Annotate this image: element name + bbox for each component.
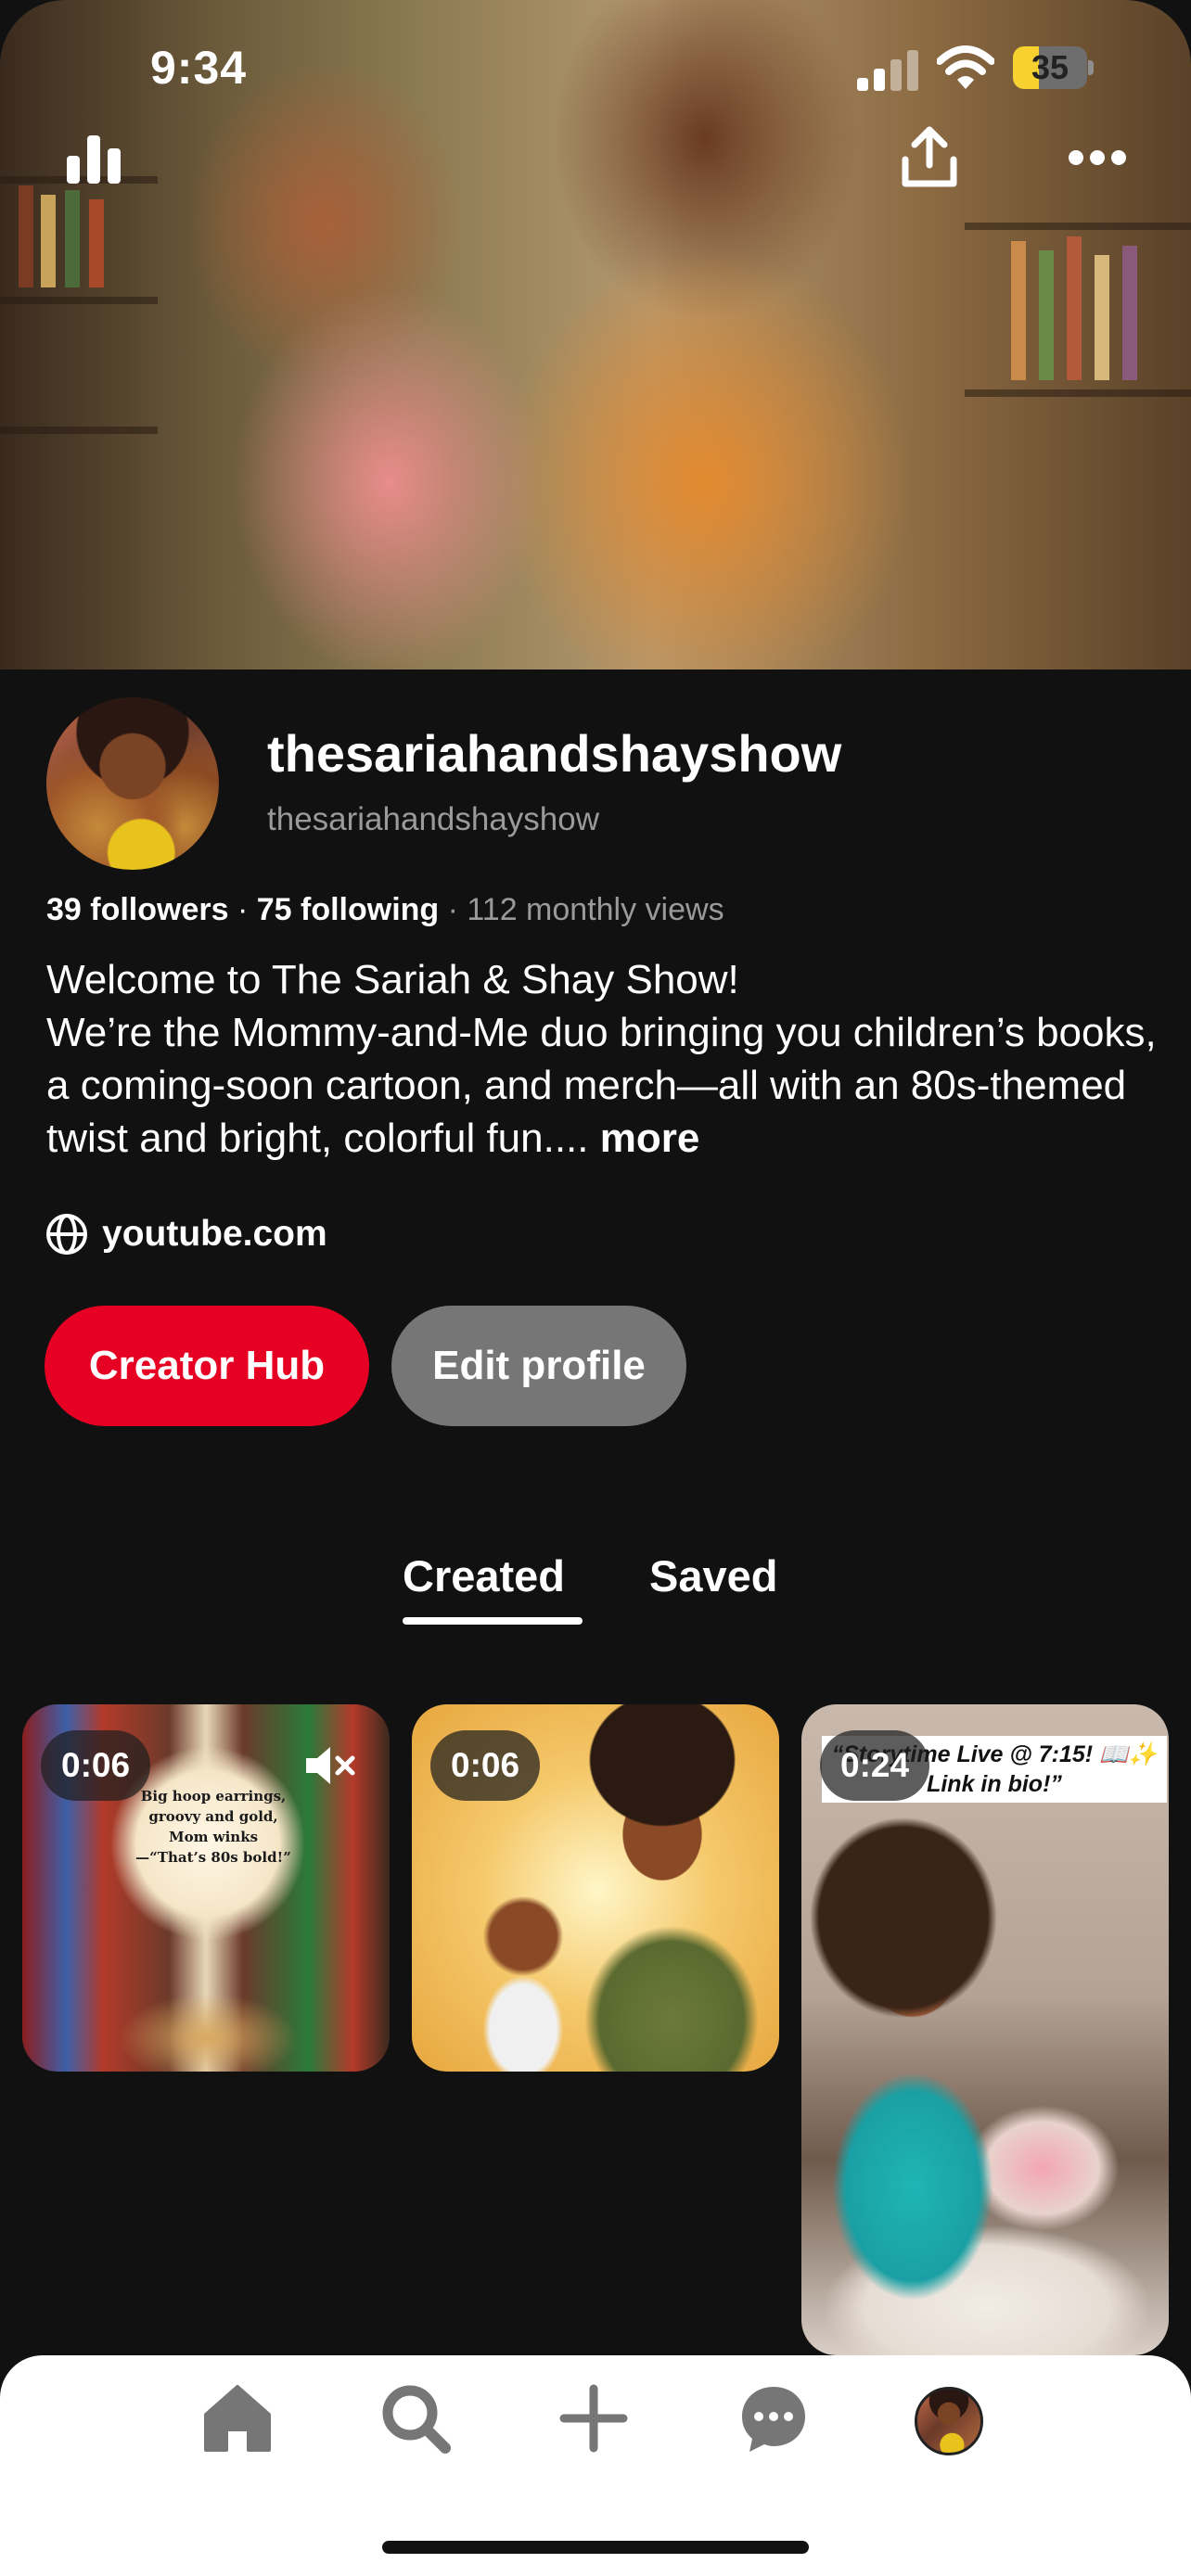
globe-icon — [46, 1214, 87, 1255]
muted-speaker-icon[interactable] — [302, 1741, 358, 1790]
profile-avatar-nav[interactable] — [915, 2387, 983, 2455]
bio-line: Welcome to The Sariah & Shay Show! — [46, 957, 739, 1002]
profile-handle: thesariahandshayshow — [267, 801, 600, 837]
messages-icon[interactable] — [736, 2381, 811, 2455]
share-icon[interactable] — [900, 124, 959, 189]
video-duration-badge: 0:24 — [820, 1730, 930, 1801]
monthly-views: 112 monthly views — [467, 892, 724, 927]
search-icon[interactable] — [378, 2381, 453, 2455]
profile-bio: Welcome to The Sariah & Shay Show! We’re… — [46, 953, 1159, 1165]
website-link[interactable]: youtube.com — [45, 1211, 327, 1257]
profile-avatar[interactable] — [46, 697, 219, 870]
pin-card[interactable]: 0:06 — [412, 1704, 779, 2072]
following-count[interactable]: 75 following — [257, 892, 439, 927]
battery-icon: 35 — [1013, 46, 1095, 89]
battery-level: 35 — [1031, 48, 1069, 86]
profile-display-name: thesariahandshayshow — [267, 724, 842, 783]
home-icon[interactable] — [200, 2381, 275, 2455]
home-indicator — [382, 2541, 809, 2554]
video-duration-badge: 0:06 — [430, 1730, 541, 1801]
edit-profile-button[interactable]: Edit profile — [391, 1306, 686, 1426]
tab-saved[interactable]: Saved — [649, 1550, 777, 1601]
wifi-icon — [937, 45, 994, 89]
pin-caption: Big hoop earrings, groovy and gold, Mom … — [135, 1788, 291, 1866]
status-time: 9:34 — [150, 42, 248, 94]
cellular-signal-icon — [857, 50, 918, 91]
profile-stats: 39 followers · 75 following · 112 monthl… — [46, 892, 724, 927]
pin-card[interactable]: 0:06 Big hoop earrings, groovy and gold,… — [22, 1704, 390, 2072]
stats-icon[interactable] — [65, 132, 124, 184]
profile-cover-image — [0, 0, 1191, 670]
website-label: youtube.com — [102, 1214, 327, 1254]
pin-card[interactable]: “Storytime Live @ 7:15! 📖✨ Link in bio!”… — [801, 1704, 1169, 2355]
followers-count[interactable]: 39 followers — [46, 892, 229, 927]
tab-created[interactable]: Created — [403, 1550, 565, 1601]
active-tab-indicator — [403, 1617, 583, 1625]
more-icon[interactable] — [1067, 147, 1128, 169]
bio-more-link[interactable]: more — [600, 1116, 700, 1161]
creator-hub-button[interactable]: Creator Hub — [45, 1306, 369, 1426]
create-icon[interactable] — [557, 2381, 631, 2455]
